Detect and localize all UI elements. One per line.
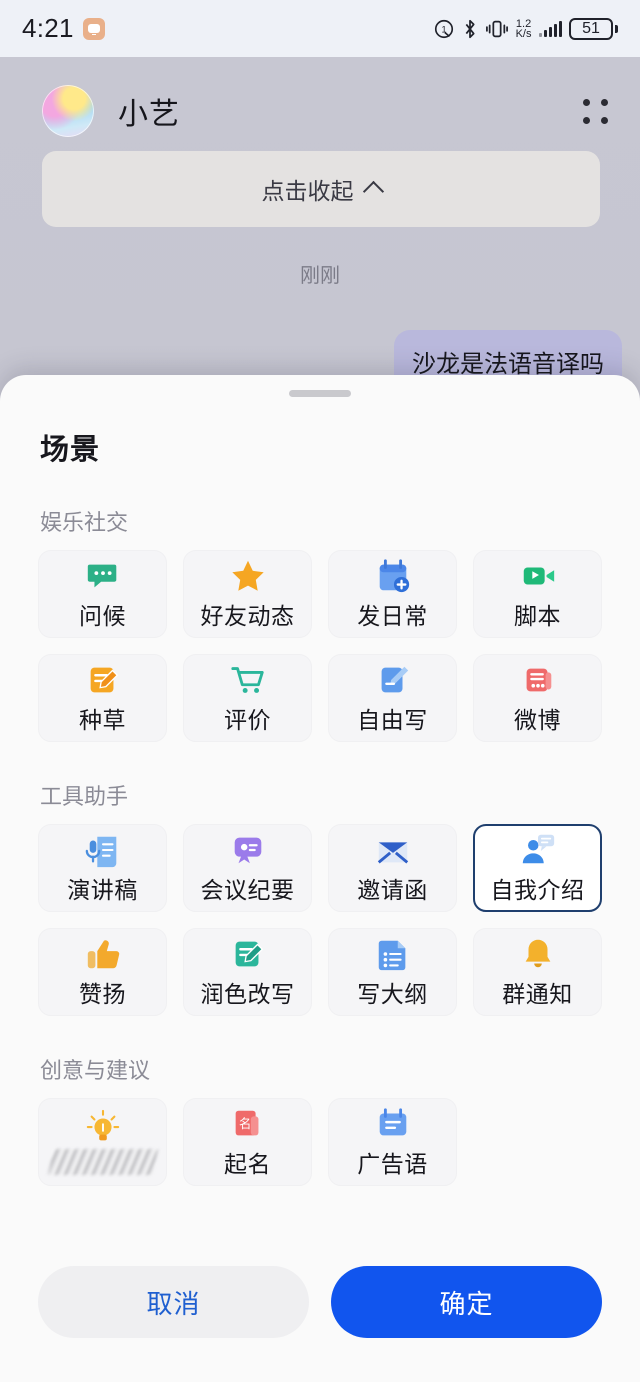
scenario-card-label: 自我介绍 bbox=[490, 877, 585, 903]
sheet-title: 场景 bbox=[40, 434, 101, 466]
scenario-card[interactable]: 广告语 bbox=[328, 1098, 457, 1186]
cancel-button[interactable]: 取消 bbox=[38, 1266, 309, 1338]
scenario-card[interactable]: 写大纲 bbox=[328, 928, 457, 1016]
battery-indicator: 51 bbox=[569, 17, 618, 40]
scenario-card-label: 润色改写 bbox=[200, 981, 295, 1007]
scenario-card[interactable]: 润色改写 bbox=[183, 928, 312, 1016]
section-label: 工具助手 bbox=[40, 784, 129, 809]
chat-header: 小艺 bbox=[0, 57, 640, 139]
scenario-card-label: 问候 bbox=[79, 603, 126, 629]
scenario-card-label: 起名 bbox=[224, 1151, 271, 1177]
scenario-card[interactable]: 会议纪要 bbox=[183, 824, 312, 912]
scenario-card-grid: 演讲稿 会议纪要 邀请函 自我介绍赞扬 润色改写 写大纲 群通知 bbox=[38, 824, 602, 1016]
scenario-card[interactable]: 演讲稿 bbox=[38, 824, 167, 912]
bell-icon bbox=[519, 935, 557, 973]
four-dot-menu-icon[interactable] bbox=[578, 94, 612, 128]
network-speed: 1.2 K/s bbox=[515, 17, 532, 40]
scenario-card-label: 微博 bbox=[514, 707, 561, 733]
scenario-card-label: 自由写 bbox=[357, 707, 428, 733]
scenario-card-label: 脚本 bbox=[514, 603, 561, 629]
note-pencil-icon bbox=[84, 661, 122, 699]
scenario-card[interactable] bbox=[38, 1098, 167, 1186]
document-list-icon bbox=[374, 935, 412, 973]
scenario-card-label: 写大纲 bbox=[357, 981, 428, 1007]
scenario-card[interactable]: 名起名 bbox=[183, 1098, 312, 1186]
scenario-card-label: 广告语 bbox=[357, 1151, 428, 1177]
scenario-card-label: 发日常 bbox=[357, 603, 428, 629]
chevron-up-icon bbox=[362, 180, 384, 203]
cellular-signal-icon bbox=[538, 20, 562, 37]
scenario-card[interactable]: 脚本 bbox=[473, 550, 602, 638]
star-icon bbox=[229, 557, 267, 595]
section-label: 创意与建议 bbox=[40, 1058, 151, 1083]
pen-document-icon bbox=[374, 661, 412, 699]
scenario-card-label: 赞扬 bbox=[79, 981, 126, 1007]
page-title: 小艺 bbox=[118, 98, 180, 131]
scenario-card[interactable]: 问候 bbox=[38, 550, 167, 638]
assistant-avatar bbox=[42, 85, 94, 137]
note-pencil-green-icon bbox=[229, 935, 267, 973]
status-clock: 4:21 bbox=[22, 13, 74, 43]
scenario-card[interactable]: 微博 bbox=[473, 654, 602, 742]
scenario-card[interactable]: 种草 bbox=[38, 654, 167, 742]
scenario-card-label: 评价 bbox=[224, 707, 271, 733]
scenario-card-label: 种草 bbox=[79, 707, 126, 733]
weibo-card-icon bbox=[519, 661, 557, 699]
battery-level-text: 51 bbox=[569, 17, 613, 40]
scenario-card[interactable]: 自我介绍 bbox=[473, 824, 602, 912]
scenario-bottom-sheet: 场景 娱乐社交问候 好友动态 发日常 脚本种草 评价 自由写 微博工具助手演讲稿 会议纪要 邀请… bbox=[0, 375, 640, 1382]
meeting-badge-icon bbox=[229, 831, 267, 869]
message-timestamp: 刚刚 bbox=[300, 265, 340, 287]
person-speech-icon bbox=[519, 831, 557, 869]
scenario-card[interactable]: 邀请函 bbox=[328, 824, 457, 912]
scenario-sections: 娱乐社交问候 好友动态 发日常 脚本种草 评价 自由写 微博工具助手演讲稿 会议纪要 邀请函 自我… bbox=[0, 468, 640, 1244]
collapse-label: 点击收起 bbox=[261, 178, 354, 204]
envelope-icon bbox=[374, 831, 412, 869]
status-bar-right: 1 1.2 K/s 51 bbox=[433, 17, 618, 40]
alarm-icon: 1 bbox=[434, 19, 453, 38]
scenario-card[interactable]: 好友动态 bbox=[183, 550, 312, 638]
calendar-add-icon bbox=[374, 557, 412, 595]
lightbulb-icon bbox=[84, 1109, 122, 1147]
microphone-scroll-icon bbox=[84, 831, 122, 869]
status-bar-left: 4:21 bbox=[22, 13, 105, 44]
scenario-card[interactable]: 赞扬 bbox=[38, 928, 167, 1016]
status-bar: 4:21 1 1.2 K/s 51 bbox=[0, 0, 640, 57]
blue-banner-icon bbox=[374, 1105, 412, 1143]
vibrate-icon bbox=[485, 20, 508, 37]
chat-bubble-icon bbox=[84, 557, 122, 595]
sheet-footer: 取消 确定 bbox=[0, 1244, 640, 1382]
drag-handle[interactable] bbox=[289, 390, 351, 397]
section-label: 娱乐社交 bbox=[40, 510, 129, 535]
message-badge-icon bbox=[82, 17, 105, 40]
scenario-card-label: 会议纪要 bbox=[200, 877, 295, 903]
scenario-card-label: 群通知 bbox=[502, 981, 573, 1007]
scenario-card[interactable]: 发日常 bbox=[328, 550, 457, 638]
confirm-button[interactable]: 确定 bbox=[331, 1266, 602, 1338]
bluetooth-icon bbox=[465, 19, 475, 38]
scenario-card-grid: 名起名 广告语 bbox=[38, 1098, 602, 1186]
scenario-card-label: 好友动态 bbox=[200, 603, 295, 629]
shopping-cart-icon bbox=[229, 661, 267, 699]
battery-cap bbox=[615, 24, 618, 33]
video-camera-icon bbox=[519, 557, 557, 595]
scenario-card[interactable]: 群通知 bbox=[473, 928, 602, 1016]
scenario-card-label bbox=[47, 1149, 158, 1175]
collapse-bar[interactable]: 点击收起 bbox=[42, 151, 600, 227]
scenario-card-grid: 问候 好友动态 发日常 脚本种草 评价 自由写 微博 bbox=[38, 550, 602, 742]
svg-text:名: 名 bbox=[238, 1116, 250, 1131]
scenario-card-label: 邀请函 bbox=[357, 877, 428, 903]
scenario-card[interactable]: 评价 bbox=[183, 654, 312, 742]
scenario-card-label: 演讲稿 bbox=[67, 877, 138, 903]
red-name-card-icon: 名 bbox=[229, 1105, 267, 1143]
scenario-card[interactable]: 自由写 bbox=[328, 654, 457, 742]
thumbs-up-icon bbox=[84, 935, 122, 973]
